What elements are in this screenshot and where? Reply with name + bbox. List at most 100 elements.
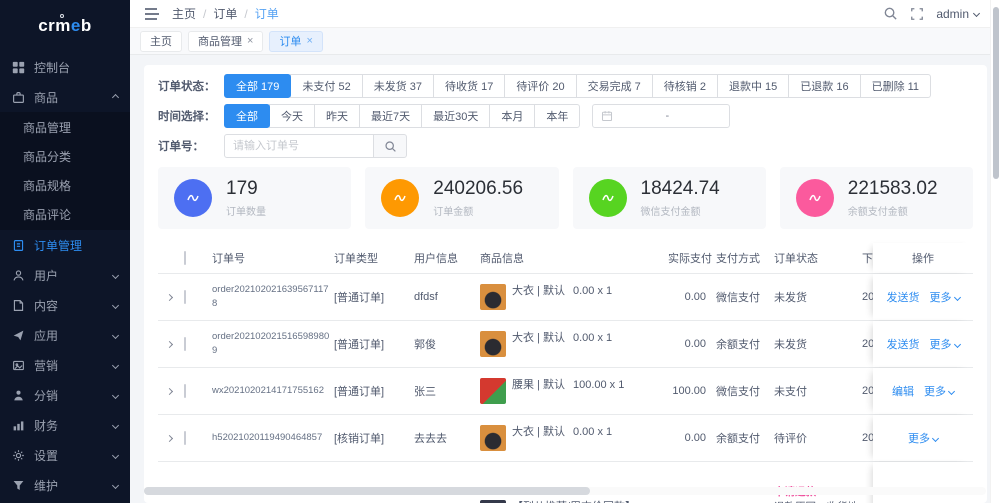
sidebar-item-content[interactable]: 内容	[0, 290, 130, 320]
status-filter-refunded[interactable]: 已退款 16	[788, 74, 860, 98]
status-filter-receiving[interactable]: 待收货 17	[433, 74, 505, 98]
row-expand-button[interactable]	[158, 428, 184, 449]
sidebar-item-maintenance[interactable]: 维护	[0, 470, 130, 500]
close-icon[interactable]: ×	[306, 36, 312, 47]
status-filter-verify[interactable]: 待核销 2	[652, 74, 718, 98]
search-icon	[384, 140, 397, 153]
hamburger-icon	[144, 7, 160, 21]
date-range-picker[interactable]: -	[592, 104, 730, 128]
order-status: 未支付	[774, 375, 862, 407]
order-status: 待评价	[774, 422, 862, 454]
sidebar-item-marketing[interactable]: 营销	[0, 350, 130, 380]
stat-label: 余额支付金额	[848, 203, 938, 218]
order-no-label: 订单号：	[158, 138, 224, 154]
chevron-down-icon	[112, 421, 119, 428]
sidebar-collapse-button[interactable]	[144, 7, 160, 21]
edit-link[interactable]: 编辑	[892, 383, 914, 399]
row-checkbox[interactable]	[184, 337, 186, 351]
tab-goods-manage[interactable]: 商品管理 ×	[188, 31, 263, 52]
status-filter-deleted[interactable]: 已删除 11	[860, 74, 931, 98]
status-filter-complete[interactable]: 交易完成 7	[576, 74, 653, 98]
vertical-scrollbar[interactable]	[990, 0, 1001, 503]
row-expand-button[interactable]	[158, 287, 184, 308]
more-link[interactable]: 更多	[924, 383, 954, 399]
row-expand-button[interactable]	[158, 381, 184, 402]
tab-orders[interactable]: 订单×	[269, 31, 322, 52]
status-filter-unshipped[interactable]: 未发货 37	[362, 74, 434, 98]
wave-icon	[600, 190, 616, 206]
time-filter-30days[interactable]: 最近30天	[421, 104, 490, 128]
col-header-type: 订单类型	[334, 243, 414, 273]
paid-amount: 0.00	[660, 330, 716, 358]
send-goods-link[interactable]: 发送货	[887, 289, 920, 305]
row-checkbox[interactable]	[184, 384, 186, 398]
sidebar-item-order-manage[interactable]: 订单管理	[0, 230, 130, 260]
vertical-scrollbar-thumb[interactable]	[993, 7, 999, 179]
sidebar-item-goods-spec[interactable]: 商品规格	[0, 171, 130, 200]
more-link[interactable]: 更多	[930, 336, 960, 352]
row-expand-button[interactable]	[158, 334, 184, 355]
wave-icon	[392, 190, 408, 206]
order-search-button[interactable]	[373, 134, 407, 158]
time-filter-month[interactable]: 本月	[489, 104, 535, 128]
time-filter-7days[interactable]: 最近7天	[359, 104, 422, 128]
breadcrumb-home[interactable]: 主页	[172, 5, 196, 22]
product-image	[480, 378, 506, 404]
order-no-input[interactable]	[224, 134, 374, 158]
product-price-qty: 0.00 x 1	[573, 426, 612, 438]
status-filter-refunding[interactable]: 退款中 15	[717, 74, 789, 98]
order-no-filter-row: 订单号：	[158, 134, 973, 158]
order-no: order2021020216395671178	[212, 275, 334, 320]
sidebar-item-apps[interactable]: 应用	[0, 320, 130, 350]
user-name: admin	[936, 7, 969, 21]
order-status-button-group: 全部 179 未支付 52 未发货 37 待收货 17 待评价 20 交易完成 …	[224, 74, 931, 98]
sidebar-item-goods-review[interactable]: 商品评论	[0, 200, 130, 229]
time-filter-yesterday[interactable]: 昨天	[314, 104, 360, 128]
sidebar-item-label: 订单管理	[34, 237, 118, 254]
tab-label: 商品管理	[198, 33, 242, 49]
chevron-right-icon	[165, 293, 172, 300]
chevron-down-icon	[932, 434, 939, 441]
row-checkbox[interactable]	[184, 290, 186, 304]
sidebar-item-goods-category[interactable]: 商品分类	[0, 142, 130, 171]
order-type: [普通订单]	[334, 328, 414, 360]
sidebar-item-distribution[interactable]: 分销	[0, 380, 130, 410]
logo-accent: e	[71, 16, 81, 36]
pay-method: 余额支付	[716, 328, 774, 360]
user-menu[interactable]: admin	[936, 7, 979, 21]
more-link[interactable]: 更多	[930, 289, 960, 305]
tab-home[interactable]: 主页	[140, 31, 182, 52]
order-type: [核销订单]	[334, 422, 414, 454]
sidebar-item-goods-manage[interactable]: 商品管理	[0, 113, 130, 142]
chevron-down-icon	[948, 387, 955, 394]
pay-method: 余额支付	[716, 422, 774, 454]
time-filter-all[interactable]: 全部	[224, 104, 270, 128]
close-icon[interactable]: ×	[247, 36, 253, 47]
sidebar-item-users[interactable]: 用户	[0, 260, 130, 290]
breadcrumb-separator: /	[244, 7, 247, 21]
sidebar-item-goods[interactable]: 商品	[0, 82, 130, 112]
horizontal-scrollbar[interactable]	[144, 487, 986, 495]
row-actions: 更多	[873, 462, 973, 503]
sidebar-item-dashboard[interactable]: 控制台	[0, 52, 130, 82]
status-filter-unpaid[interactable]: 未支付 52	[290, 74, 362, 98]
content-icon	[12, 299, 25, 312]
row-checkbox[interactable]	[184, 431, 186, 445]
stat-wechat-icon	[589, 179, 627, 217]
sidebar-item-settings[interactable]: 设置	[0, 440, 130, 470]
status-filter-all[interactable]: 全部 179	[224, 74, 291, 98]
sidebar-item-label: 财务	[34, 417, 113, 434]
time-filter-today[interactable]: 今天	[269, 104, 315, 128]
open-tabs-bar: 主页 商品管理 × 订单×	[130, 28, 1001, 55]
sidebar-item-finance[interactable]: 财务	[0, 410, 130, 440]
sidebar-item-label: 用户	[34, 267, 113, 284]
select-all-checkbox[interactable]	[184, 251, 186, 265]
header-search-button[interactable]	[883, 6, 898, 21]
breadcrumb-orders[interactable]: 订单	[213, 5, 237, 22]
time-filter-year[interactable]: 本年	[534, 104, 580, 128]
horizontal-scrollbar-thumb[interactable]	[144, 487, 590, 495]
send-goods-link[interactable]: 发送货	[887, 336, 920, 352]
more-link[interactable]: 更多	[908, 430, 938, 446]
status-filter-review[interactable]: 待评价 20	[504, 74, 576, 98]
fullscreen-button[interactable]	[910, 7, 924, 21]
